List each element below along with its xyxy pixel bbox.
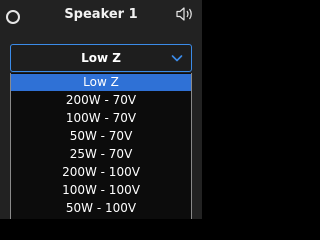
dropdown-option-100w-100v[interactable]: 100W - 100V: [11, 182, 191, 199]
speaker-volume-icon[interactable]: [176, 6, 194, 22]
dropdown-option-200w-100v[interactable]: 200W - 100V: [11, 164, 191, 181]
dropdown-option-100w-70v[interactable]: 100W - 70V: [11, 110, 191, 127]
chevron-down-icon: [171, 55, 183, 62]
speaker-panel: Speaker 1 Low Z Low Z 200W - 70V 100W - …: [0, 0, 202, 219]
impedance-select[interactable]: Low Z: [10, 44, 192, 72]
speaker-title: Speaker 1: [64, 7, 138, 22]
impedance-dropdown-list: Low Z 200W - 70V 100W - 70V 50W - 70V 25…: [10, 73, 192, 219]
impedance-select-value: Low Z: [81, 51, 121, 65]
dropdown-option-25w-70v[interactable]: 25W - 70V: [11, 146, 191, 163]
dropdown-option-50w-100v[interactable]: 50W - 100V: [11, 200, 191, 217]
panel-header: Speaker 1: [0, 0, 202, 36]
dropdown-option-200w-70v[interactable]: 200W - 70V: [11, 92, 191, 109]
dropdown-option-50w-70v[interactable]: 50W - 70V: [11, 128, 191, 145]
dropdown-option-low-z[interactable]: Low Z: [11, 74, 191, 91]
